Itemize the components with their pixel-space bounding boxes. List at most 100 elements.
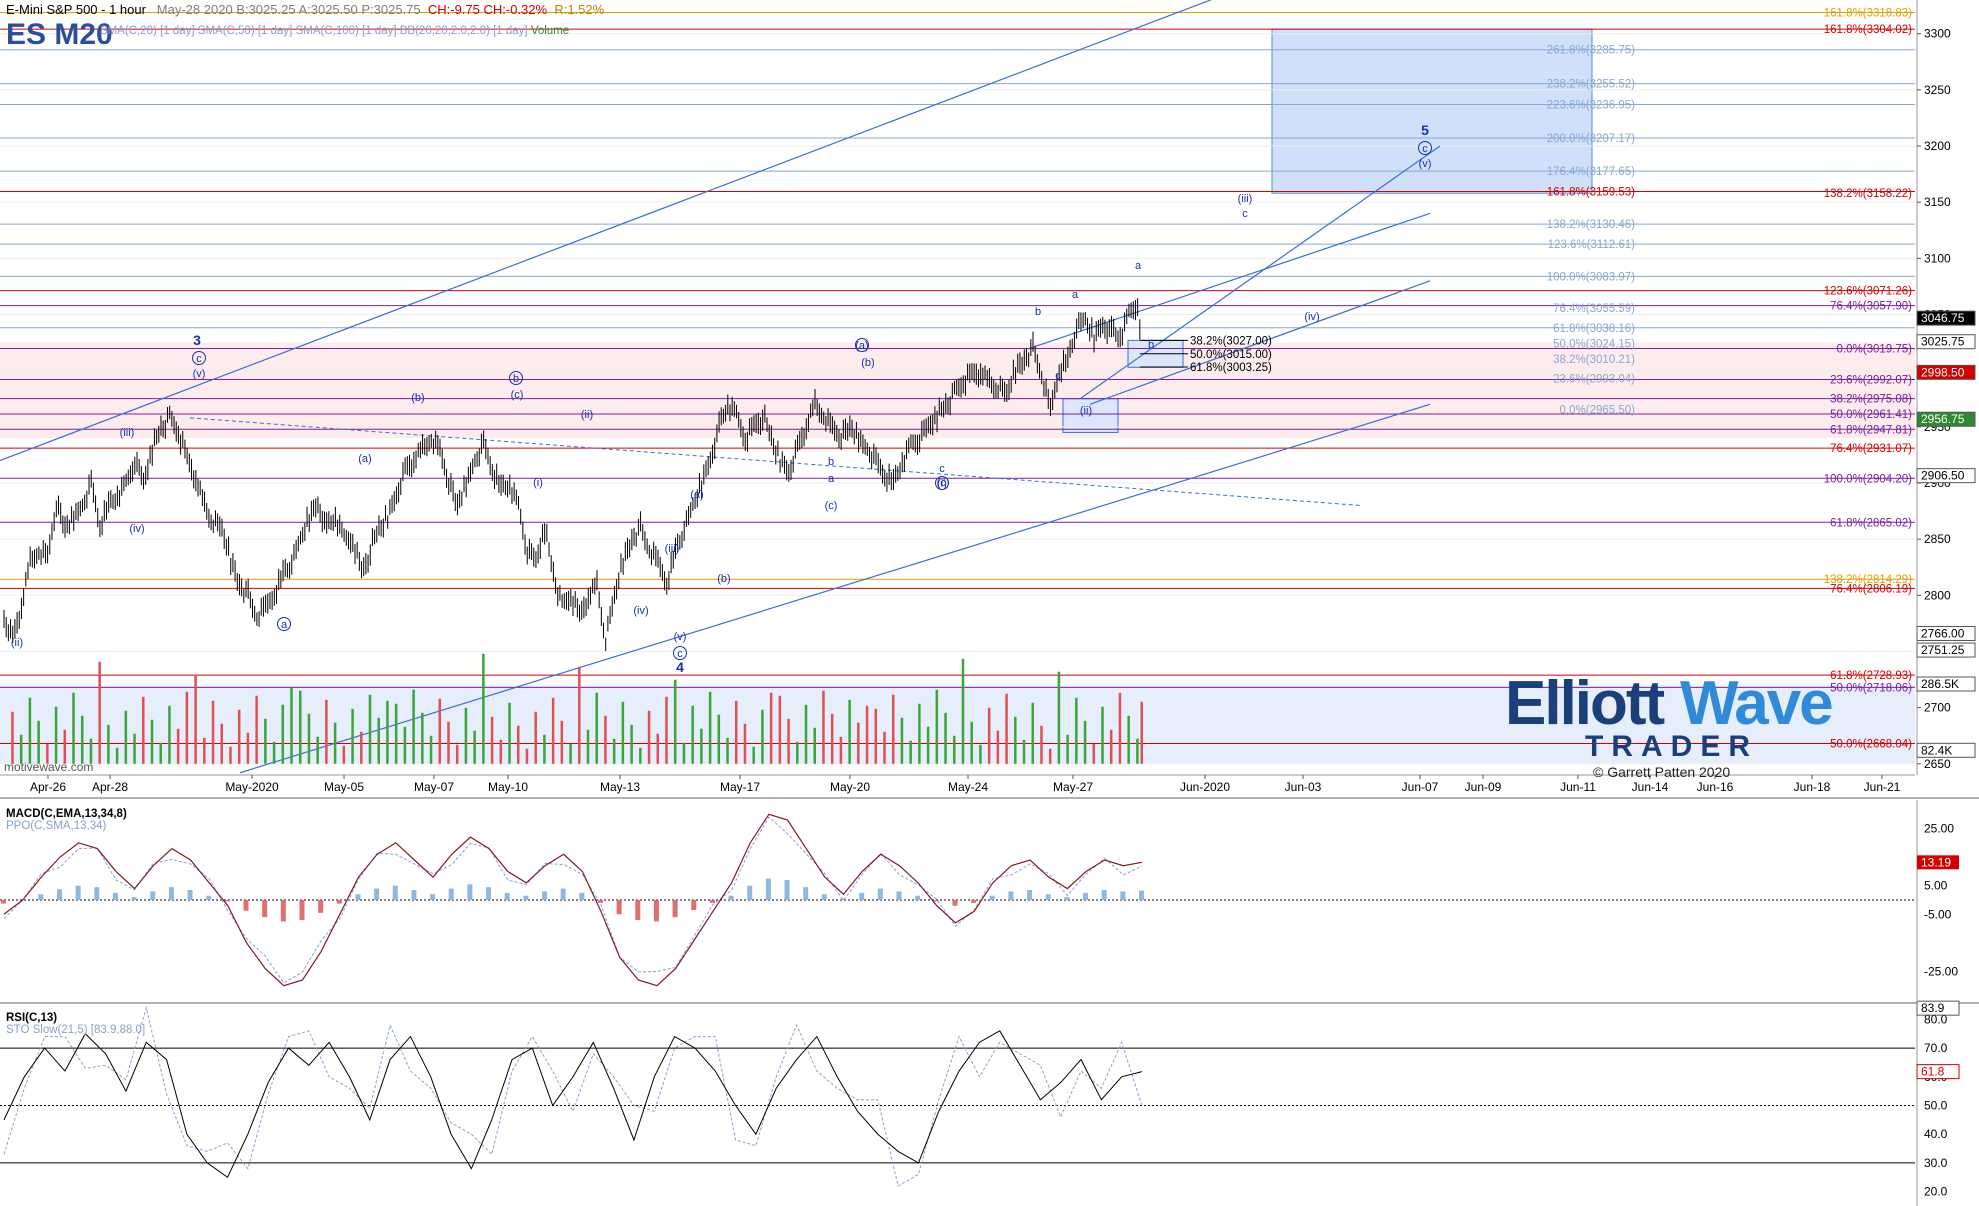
wave-label: (c) (825, 500, 838, 512)
x-tick-label: May-10 (488, 780, 528, 794)
logo-word-trader: TRADER (1585, 730, 1758, 763)
macd-histogram-bar (131, 897, 137, 900)
fib-level-label: 50.0%(2718.06) (1830, 682, 1912, 694)
y-tick-label: 3150 (1924, 195, 1951, 209)
volume-legend: Volume (530, 25, 570, 37)
volume-bar (639, 747, 642, 764)
volume-bar (255, 695, 258, 764)
sto-title: STO Slow(21,5) [83.9,88.0] (6, 1024, 146, 1036)
macd-histogram-bar (523, 895, 529, 900)
macd-histogram-bar (467, 884, 473, 900)
y-tick-label: 3200 (1924, 139, 1951, 153)
volume-bar (953, 735, 956, 764)
x-tick-label: May-27 (1053, 780, 1093, 794)
macd-histogram-bar (243, 900, 249, 911)
y-tick-label: 2700 (1924, 701, 1951, 715)
macd-histogram-bar (486, 887, 492, 900)
fib-level-label: 61.8%(2947.81) (1830, 424, 1912, 436)
volume-bar (656, 733, 660, 764)
fib-level-label: 61.8%(3038.16) (1553, 323, 1635, 335)
volume-bar (1031, 702, 1034, 764)
fib-level-label: 161.8%(3318.83) (1824, 8, 1912, 20)
chart-title: E-Mini S&P 500 - 1 hour (6, 2, 146, 17)
rsi-y-tick-label: 20.0 (1924, 1185, 1948, 1199)
chart-header: E-Mini S&P 500 - 1 hour May-28 2020 B:30… (6, 2, 604, 17)
ppo-title: PPO(C,SMA,13,34) (6, 820, 107, 832)
volume-bar (1092, 743, 1096, 764)
fib-level-label: 61.8%(2865.02) (1830, 517, 1912, 529)
volume-bar (647, 710, 651, 764)
macd-histogram-bar (75, 885, 81, 900)
volume-bar (360, 731, 363, 764)
change-readout: CH:-9.75 CH:-0.32% (427, 2, 548, 17)
chart-canvas: 161.8%(3318.83) 161.8%(3304.02) 261.8%(328… (0, 0, 1979, 1206)
volume-bar (830, 713, 834, 764)
volume-bar (386, 700, 389, 764)
volume-bar (909, 740, 912, 764)
volume-bar (72, 692, 75, 764)
wave-label: (ii) (1080, 405, 1092, 417)
volume-bar (351, 708, 354, 764)
x-tick-label: Apr-28 (92, 780, 128, 794)
macd-histogram-bar (1083, 892, 1089, 900)
volume-bar (726, 737, 729, 764)
fib-retrace-label: 61.8%(3003.25) (1190, 362, 1272, 374)
volume-bar (281, 704, 285, 764)
wave-label: (iii) (120, 427, 135, 439)
macd-histogram-bar (784, 880, 790, 900)
volume-bar (194, 674, 197, 764)
volume-bar (168, 705, 171, 764)
logo-word-elliott: Elliott (1505, 669, 1665, 738)
wave-label: b (1035, 306, 1041, 318)
fib-level-label: 61.8%(2728.93) (1830, 670, 1912, 682)
macd-y-tick-label: 5.00 (1924, 879, 1948, 893)
wave-label: (v) (1419, 158, 1432, 170)
volume-bar (1118, 692, 1122, 764)
macd-histogram-bar (336, 900, 342, 904)
fib-level-label: 161.8%(3159.53) (1547, 186, 1635, 198)
wave-label: (a) (690, 489, 703, 501)
y-tick-label: 3250 (1924, 83, 1951, 97)
wave-label: (iv) (129, 523, 144, 535)
fib-level-label: 76.4%(2931.07) (1830, 443, 1912, 455)
axis-value-tag-text: 2956.75 (1921, 412, 1965, 426)
macd-histogram-bar (952, 900, 958, 906)
macd-histogram-bar (821, 894, 827, 900)
volume-bar (98, 661, 101, 764)
macd-value-tag-text: 13.19 (1921, 855, 1951, 869)
fib-level-label: 38.2%(3010.21) (1553, 354, 1635, 366)
rsi-y-tick-label: 70.0 (1924, 1041, 1948, 1055)
volume-bar (1140, 701, 1143, 764)
volume-bar (891, 694, 895, 764)
canvas-bg (0, 0, 1979, 1206)
fib-level-label: 76.4%(2806.19) (1830, 583, 1912, 595)
macd-histogram-bar (411, 890, 417, 900)
volume-bar (447, 721, 450, 764)
macd-histogram-bar (318, 900, 324, 913)
volume-bar (743, 723, 747, 764)
wave-label: (ii) (581, 409, 593, 421)
volume-bar (246, 732, 250, 764)
volume-bar (787, 718, 790, 764)
wave-label: (b) (411, 392, 424, 404)
wave-label: (v) (674, 631, 687, 643)
volume-bar (944, 712, 947, 764)
macd-histogram-bar (616, 900, 622, 915)
volume-bar (621, 701, 625, 764)
wave-label: (v) (193, 368, 206, 380)
fib-level-label: 23.6%(2993.04) (1553, 373, 1635, 385)
wave-label: a (828, 473, 835, 485)
fib-level-label: 100.0%(3083.97) (1547, 271, 1635, 283)
wave-label: (iv) (633, 605, 648, 617)
volume-bar (28, 697, 32, 764)
macd-histogram-bar (728, 895, 734, 900)
wave-label: b (1148, 339, 1154, 351)
volume-bar (586, 729, 590, 764)
x-tick-label: May-07 (414, 780, 454, 794)
macd-histogram-bar (579, 892, 585, 900)
volume-bar (708, 691, 712, 764)
volume-bar (1066, 734, 1069, 764)
volume-bar (961, 658, 965, 764)
fib-retrace-label: 38.2%(3027.00) (1190, 335, 1272, 347)
target-box (1271, 28, 1593, 194)
